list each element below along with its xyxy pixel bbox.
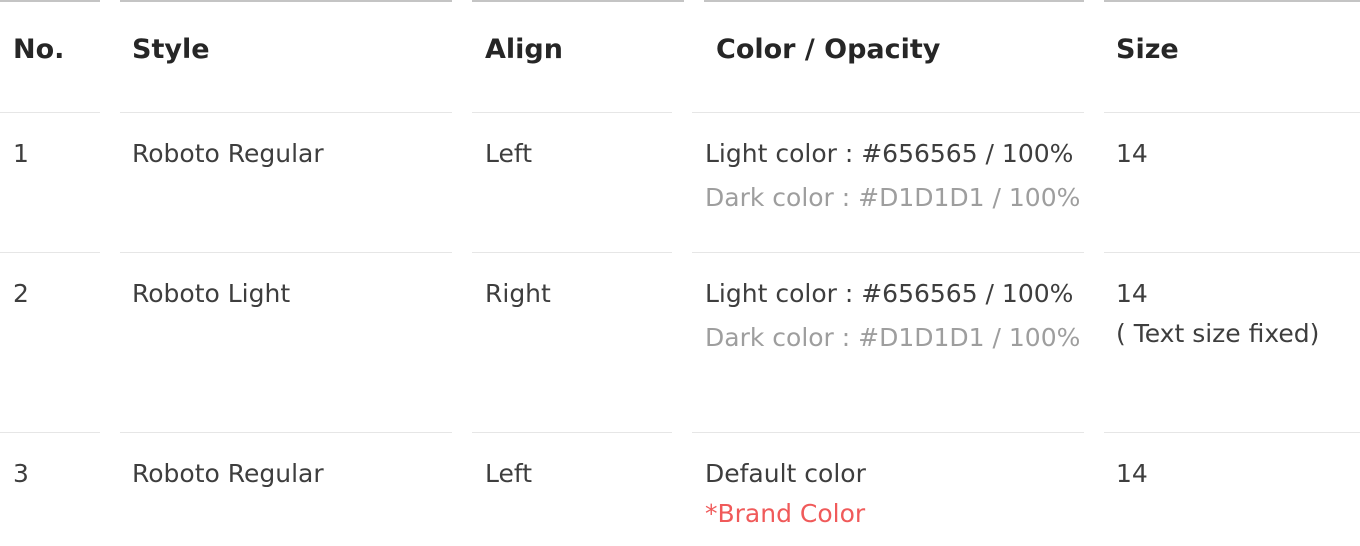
row-3-brand-color: *Brand Color: [705, 499, 866, 528]
column-top-rule: [0, 0, 100, 2]
row-divider: [120, 112, 452, 113]
column-top-rule: [704, 0, 1084, 2]
row-2-style: Roboto Light: [132, 279, 291, 308]
header-color-opacity: Color / Opacity: [716, 34, 941, 65]
row-divider: [692, 252, 1084, 253]
row-divider: [472, 432, 672, 433]
header-size: Size: [1116, 34, 1179, 65]
column-top-rule: [120, 0, 452, 2]
row-2-align: Right: [485, 279, 551, 308]
row-1-color: Light color : #656565 / 100% Dark color …: [705, 134, 1080, 218]
header-style: Style: [132, 34, 210, 65]
column-top-rule: [1104, 0, 1360, 2]
row-1-align: Left: [485, 139, 533, 168]
row-1-light-color: Light color : #656565 / 100%: [705, 139, 1074, 168]
row-3-color: Default color *Brand Color: [705, 454, 866, 534]
row-2-size: 14 ( Text size fixed): [1116, 274, 1319, 354]
row-divider: [692, 112, 1084, 113]
row-divider: [0, 252, 100, 253]
row-2-dark-color: Dark color : #D1D1D1 / 100%: [705, 323, 1081, 352]
row-divider: [1104, 252, 1360, 253]
row-divider: [1104, 112, 1360, 113]
row-3-no: 3: [13, 459, 29, 488]
row-divider: [0, 112, 100, 113]
row-2-no: 2: [13, 279, 29, 308]
row-2-size-value: 14: [1116, 279, 1148, 308]
row-divider: [692, 432, 1084, 433]
row-3-size-value: 14: [1116, 459, 1148, 488]
row-1-size: 14: [1116, 134, 1148, 174]
row-divider: [0, 432, 100, 433]
row-divider: [472, 252, 672, 253]
row-2-light-color: Light color : #656565 / 100%: [705, 279, 1074, 308]
row-divider: [120, 252, 452, 253]
row-3-default-color: Default color: [705, 459, 866, 488]
spec-table: No. Style Align Color / Opacity Size 1 R…: [0, 0, 1360, 546]
row-1-dark-color: Dark color : #D1D1D1 / 100%: [705, 183, 1081, 212]
row-2-color: Light color : #656565 / 100% Dark color …: [705, 274, 1080, 358]
row-divider: [1104, 432, 1360, 433]
header-align: Align: [485, 34, 563, 65]
row-1-size-value: 14: [1116, 139, 1148, 168]
row-1-style: Roboto Regular: [132, 139, 324, 168]
header-no: No.: [13, 34, 65, 65]
column-top-rule: [472, 0, 684, 2]
row-2-size-note: ( Text size fixed): [1116, 319, 1320, 348]
row-divider: [120, 432, 452, 433]
row-1-no: 1: [13, 139, 29, 168]
row-divider: [472, 112, 672, 113]
row-3-align: Left: [485, 459, 533, 488]
row-3-size: 14: [1116, 454, 1148, 494]
row-3-style: Roboto Regular: [132, 459, 324, 488]
